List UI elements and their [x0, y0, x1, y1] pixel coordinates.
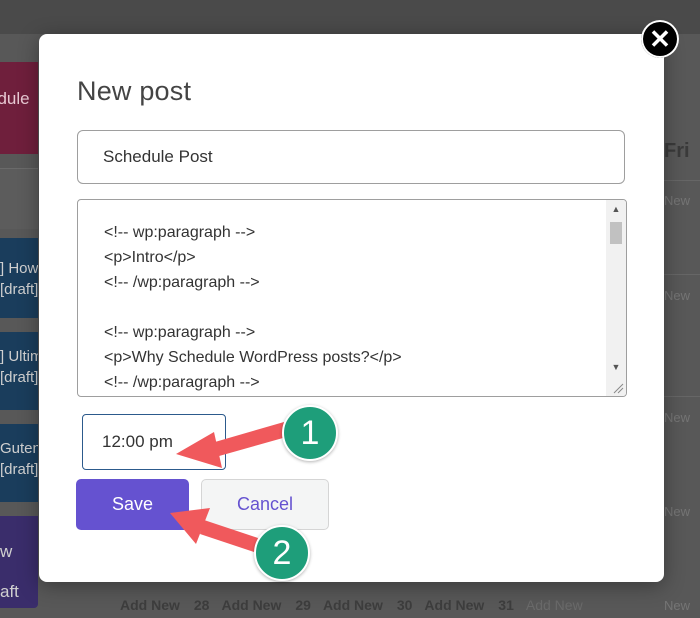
new-post-modal: New post Schedule Post <!-- wp:paragraph…	[39, 34, 664, 582]
post-content-textarea[interactable]: <!-- wp:paragraph --> <p>Intro</p> <!-- …	[77, 199, 627, 397]
resize-grip-icon[interactable]	[612, 382, 624, 394]
calendar-divider	[664, 274, 700, 275]
add-new-link[interactable]: Add New	[120, 597, 180, 613]
event-label: ] Ultim	[0, 348, 38, 365]
scroll-thumb[interactable]	[610, 222, 622, 244]
event-status: aft	[0, 582, 19, 601]
event-label: Gutenb	[0, 440, 38, 457]
add-new-link[interactable]: Add New	[424, 597, 484, 613]
add-new-link[interactable]: New	[664, 193, 690, 208]
add-new-link[interactable]: New	[664, 410, 690, 425]
add-new-link[interactable]: New	[664, 504, 690, 519]
calendar-event-ultimate[interactable]: ] Ultim [draft]	[0, 332, 38, 410]
step-badge-2: 2	[254, 525, 310, 581]
add-new-link[interactable]: Add New	[323, 597, 383, 613]
add-new-link[interactable]: New	[664, 288, 690, 303]
publish-time-value: 12:00 pm	[102, 432, 173, 451]
calendar-event-schedule[interactable]: edule	[0, 62, 38, 154]
scroll-up-arrow-icon[interactable]: ▲	[606, 200, 626, 218]
day-number: 28	[193, 597, 210, 613]
publish-time-input[interactable]: 12:00 pm	[82, 414, 226, 470]
event-label: w	[0, 542, 13, 561]
post-title-input[interactable]: Schedule Post	[77, 130, 625, 184]
scroll-down-arrow-icon[interactable]: ▼	[606, 358, 626, 376]
day-number: 31	[498, 597, 514, 613]
day-number: 29	[295, 597, 311, 613]
calendar-bottom-row: Add New 28 Add New 29 Add New 30 Add New…	[100, 592, 700, 618]
add-new-link[interactable]: Add New	[526, 597, 583, 613]
event-label: ] How	[0, 260, 38, 277]
event-label: edule	[0, 89, 30, 108]
cancel-button[interactable]: Cancel	[201, 479, 329, 530]
save-button[interactable]: Save	[76, 479, 189, 530]
event-status: [draft]	[0, 461, 38, 478]
content-scrollbar[interactable]: ▲ ▼	[606, 200, 626, 396]
step-badge-1: 1	[282, 405, 338, 461]
add-new-link[interactable]: Add New	[221, 597, 281, 613]
calendar-top-bar	[0, 0, 700, 34]
day-number: 30	[396, 597, 413, 613]
calendar-cell	[0, 168, 38, 229]
event-status: [draft]	[0, 281, 38, 298]
calendar-event-gutenberg[interactable]: Gutenb [draft]	[0, 424, 38, 502]
calendar-divider	[664, 180, 700, 181]
calendar-divider	[664, 396, 700, 397]
post-title-value: Schedule Post	[103, 147, 213, 166]
calendar-event-draft[interactable]: w aft	[0, 516, 38, 608]
event-status: [draft]	[0, 369, 38, 386]
calendar-event-how[interactable]: ] How [draft]	[0, 238, 38, 318]
calendar-day-header-fri: Fri	[664, 140, 690, 162]
modal-title: New post	[77, 76, 192, 106]
post-content-value: <!-- wp:paragraph --> <p>Intro</p> <!-- …	[104, 224, 402, 391]
close-icon[interactable]: ✕	[641, 20, 679, 58]
